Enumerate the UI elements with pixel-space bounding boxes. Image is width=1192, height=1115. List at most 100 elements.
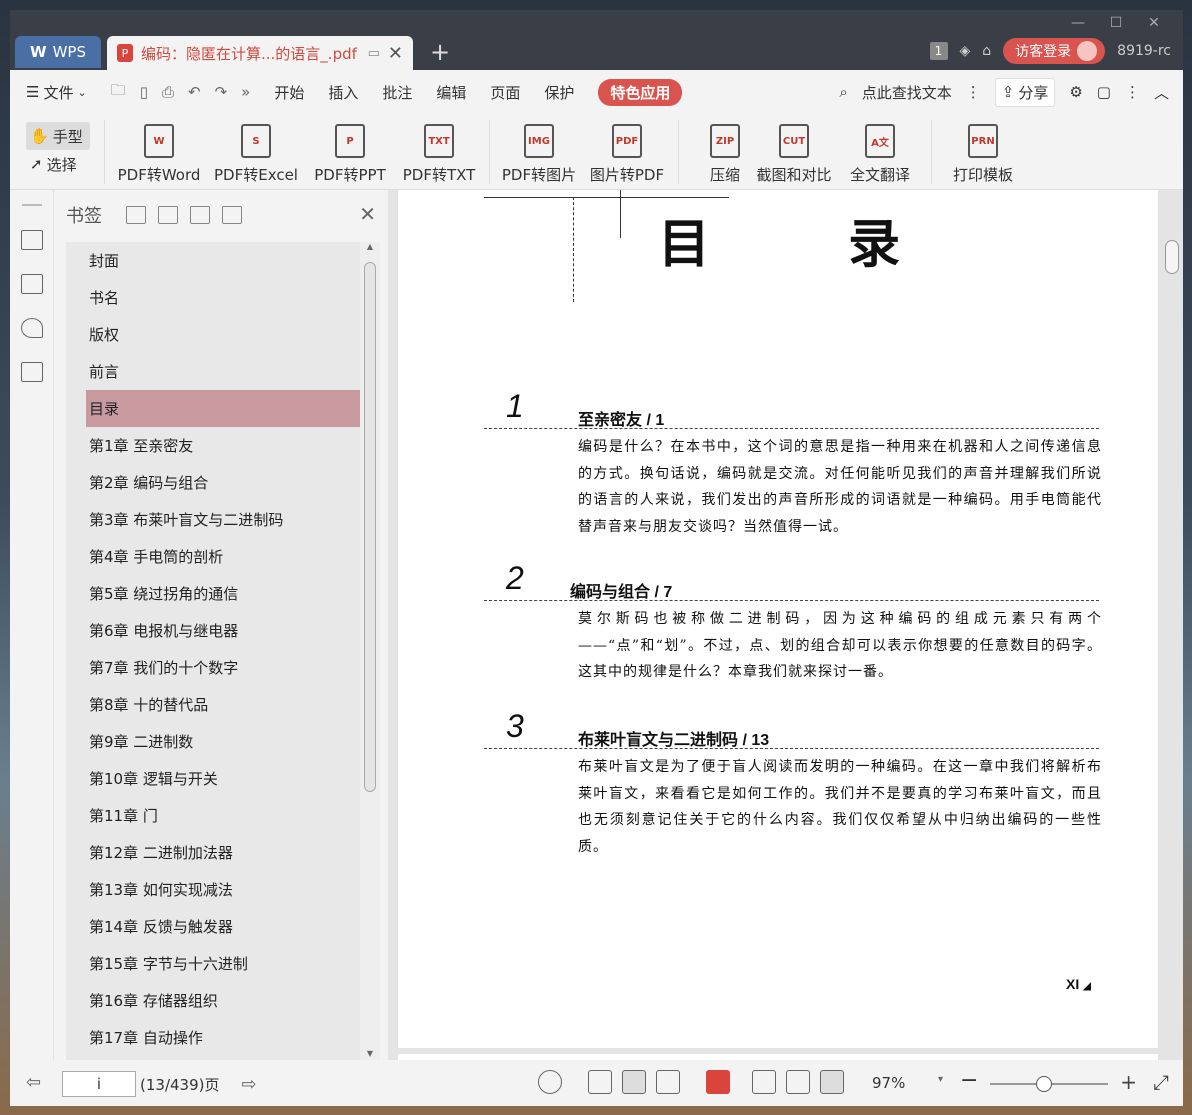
kebab-icon[interactable]: ⋮ [966, 83, 981, 101]
bookmark-item[interactable]: 第2章 编码与组合 [66, 464, 360, 501]
maximize-icon[interactable]: ☐ [1097, 12, 1135, 34]
bookmark-item[interactable]: 第7章 我们的十个数字 [66, 649, 360, 686]
bookmark-item[interactable]: 版权 [66, 316, 360, 353]
bookmark-item[interactable]: 第9章 二进制数 [66, 723, 360, 760]
close-tab-icon[interactable]: ✕ [388, 43, 403, 64]
bookmark-item[interactable]: 第4章 手电筒的剖析 [66, 538, 360, 575]
bookmark-item[interactable]: 第12章 二进制加法器 [66, 834, 360, 871]
document-viewer[interactable]: 目 录 1 至亲密友 / 1 编码是什么？在本书中，这个词的意思是指一种用来在机… [388, 190, 1183, 1060]
scrollbar-thumb[interactable] [364, 262, 376, 792]
single-page-icon[interactable] [622, 1070, 646, 1094]
prev-page-icon[interactable]: ⇦ [26, 1072, 41, 1093]
new-tab-button[interactable]: + [430, 38, 450, 66]
menu-edit[interactable]: 编辑 [436, 82, 466, 103]
redo-icon[interactable]: ↷ [215, 83, 228, 101]
monitor-icon[interactable]: ▭ [368, 46, 380, 61]
bookmark-item[interactable]: 封面 [66, 242, 360, 279]
bookmark-item[interactable]: 第17章 自动操作 [66, 1019, 360, 1056]
pdf-to-ppt-button[interactable]: P PDF转PPT [305, 114, 395, 185]
bookmark-scrollbar[interactable]: ▲ ▼ [360, 242, 380, 1060]
bookmark-item[interactable]: 第8章 十的替代品 [66, 686, 360, 723]
menu-start[interactable]: 开始 [274, 82, 304, 103]
file-menu[interactable]: ☰ 文件 ⌄ [26, 82, 87, 103]
zoom-dropdown-icon[interactable]: ▾ [938, 1074, 943, 1085]
full-translate-button[interactable]: A文 全文翻译 [835, 114, 925, 185]
double-page-icon[interactable] [656, 1070, 680, 1094]
fit-width-icon[interactable] [820, 1070, 844, 1094]
bookmark-item[interactable]: 前言 [66, 353, 360, 390]
image-to-pdf-button[interactable]: PDF 图片转PDF [582, 114, 672, 185]
collapse-ribbon-icon[interactable]: ︿ [1154, 82, 1169, 103]
bookmark-item[interactable]: 第10章 逻辑与开关 [66, 760, 360, 797]
more-chevron-icon[interactable]: » [241, 83, 250, 101]
bookmark-item[interactable]: 第11章 门 [66, 797, 360, 834]
login-button[interactable]: 访客登录 [1003, 38, 1106, 64]
comment-icon[interactable]: ▢ [1097, 83, 1111, 101]
save-icon[interactable]: ▯ [140, 83, 148, 101]
more-vertical-icon[interactable]: ⋮ [1125, 83, 1140, 101]
single-page-continuous-icon[interactable] [588, 1070, 612, 1094]
search-icon[interactable]: ⌕ [839, 83, 847, 101]
zoom-out-icon[interactable]: − [960, 1068, 978, 1093]
bookmark-item[interactable]: 书名 [66, 279, 360, 316]
thumbnail-image-icon[interactable] [20, 274, 43, 294]
eye-protect-icon[interactable] [538, 1070, 562, 1094]
gear-icon[interactable]: ⚙ [1069, 83, 1082, 101]
drag-handle[interactable] [21, 204, 42, 206]
search-text-label[interactable]: 点此查找文本 [862, 82, 952, 103]
menu-special-apps[interactable]: 特色应用 [598, 78, 683, 106]
share-button[interactable]: ⇪ 分享 [994, 77, 1056, 107]
menu-annotate[interactable]: 批注 [382, 82, 412, 103]
bookmark-item[interactable]: 第1章 至亲密友 [66, 427, 360, 464]
bookmark-item[interactable]: 第13章 如何实现减法 [66, 871, 360, 908]
pdf-to-word-button[interactable]: W PDF转Word [111, 114, 207, 185]
scroll-up-icon[interactable]: ▲ [360, 242, 380, 251]
bookmark-item[interactable]: 第15章 字节与十六进制 [66, 945, 360, 982]
bookmark-item[interactable]: 目录 [86, 390, 360, 427]
hand-tool-button[interactable]: ✋ 手型 [26, 122, 90, 150]
skin-icon[interactable]: ◈ [960, 43, 971, 59]
annotation-icon[interactable] [20, 318, 43, 338]
minimize-icon[interactable]: — [1059, 12, 1097, 34]
bookmark-item[interactable]: 第5章 绕过拐角的通信 [66, 575, 360, 612]
shirt-icon[interactable]: ⌂ [982, 43, 991, 59]
zoom-in-icon[interactable]: + [1120, 1070, 1137, 1094]
pdf-to-txt-button[interactable]: TXT PDF转TXT [395, 114, 483, 185]
bookmark-settings-icon[interactable] [222, 206, 242, 224]
fullscreen-icon[interactable]: ⤢ [1153, 1070, 1169, 1094]
bookmark-list-icon[interactable] [20, 230, 43, 250]
page-input[interactable]: i [62, 1071, 136, 1097]
menu-page[interactable]: 页面 [490, 82, 520, 103]
bookmark-item[interactable]: 第16章 存储器组织 [66, 982, 360, 1019]
scroll-down-icon[interactable]: ▼ [360, 1049, 380, 1058]
pdf-to-image-button[interactable]: IMG PDF转图片 [496, 114, 582, 185]
fit-page-icon[interactable] [786, 1070, 810, 1094]
undo-icon[interactable]: ↶ [188, 83, 201, 101]
page-count-badge[interactable]: 1 [929, 42, 948, 60]
bookmark-item[interactable]: 第3章 布莱叶盲文与二进制码 [66, 501, 360, 538]
actual-size-icon[interactable] [752, 1070, 776, 1094]
expand-all-icon[interactable] [126, 206, 146, 224]
menu-insert[interactable]: 插入 [328, 82, 358, 103]
play-slideshow-icon[interactable] [706, 1070, 730, 1094]
zoom-level[interactable]: 97% [872, 1074, 905, 1092]
close-panel-icon[interactable]: ✕ [359, 202, 376, 226]
tab-wps-home[interactable]: W WPS [15, 36, 101, 68]
close-window-icon[interactable]: ✕ [1135, 12, 1173, 34]
compress-button[interactable]: ZIP 压缩 [697, 114, 753, 185]
zoom-slider-knob[interactable] [1036, 1076, 1052, 1092]
pdf-to-excel-button[interactable]: S PDF转Excel [207, 114, 305, 185]
open-folder-icon[interactable]: 🗀 [111, 80, 126, 105]
select-tool-button[interactable]: ➚ 选择 [26, 150, 98, 178]
signature-icon[interactable] [20, 362, 43, 382]
screenshot-compare-button[interactable]: CUT 截图和对比 [753, 114, 835, 185]
print-icon[interactable]: ⎙ [162, 83, 174, 101]
bookmark-item[interactable]: 第6章 电报机与继电器 [66, 612, 360, 649]
menu-protect[interactable]: 保护 [544, 82, 574, 103]
bookmark-item[interactable]: 第14章 反馈与触发器 [66, 908, 360, 945]
tab-document[interactable]: P 编码：隐匿在计算...的语言_.pdf ▭ ✕ [107, 36, 413, 70]
document-scrollbar-thumb[interactable] [1165, 240, 1179, 274]
next-page-icon[interactable]: ⇨ [241, 1074, 256, 1095]
print-template-button[interactable]: PRN 打印模板 [938, 114, 1028, 185]
add-bookmark-icon[interactable] [190, 206, 210, 224]
